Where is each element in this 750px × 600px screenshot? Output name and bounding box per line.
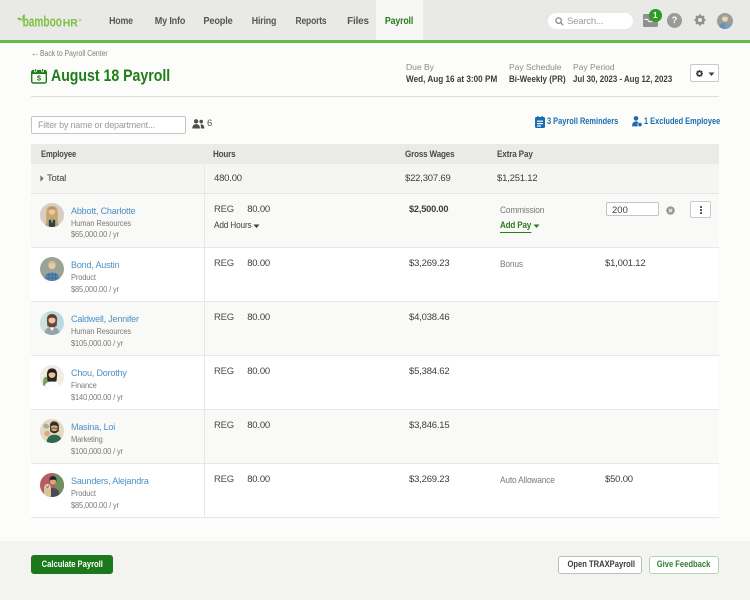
svg-text:$: $ [37,74,42,83]
svg-text:bamboo: bamboo [23,13,62,30]
svg-text:HR: HR [63,17,78,29]
